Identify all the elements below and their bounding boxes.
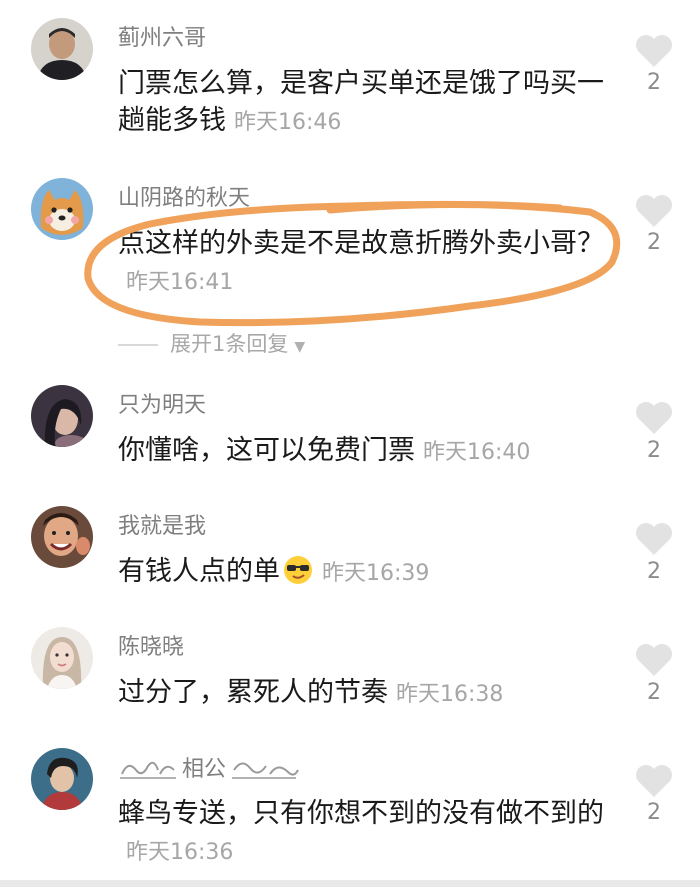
like-icon[interactable] [634, 400, 674, 436]
comment-text: 蜂鸟专送，只有你想不到的没有做不到的昨天16:36 [118, 795, 608, 871]
user-avatar[interactable] [31, 627, 93, 689]
comment-body: 点这样的外卖是不是故意折腾外卖小哥？ [118, 228, 604, 259]
comment-time: 昨天16:39 [322, 561, 430, 586]
expand-replies-label: 展开1条回复 [170, 332, 289, 356]
username[interactable]: 只为明天 [118, 393, 206, 419]
like-count: 2 [647, 680, 661, 705]
comment-time: 昨天16:40 [423, 440, 531, 465]
username[interactable]: 蓟州六哥 [118, 26, 206, 52]
like-count: 2 [647, 559, 661, 584]
like-icon[interactable] [634, 33, 674, 69]
comment-body: 蜂鸟专送，只有你想不到的没有做不到的 [118, 798, 604, 829]
user-avatar[interactable] [31, 385, 93, 447]
user-avatar[interactable] [31, 178, 93, 240]
like-icon[interactable] [634, 642, 674, 678]
like-icon[interactable] [634, 763, 674, 799]
user-avatar[interactable] [31, 18, 93, 80]
comment-text: 你懂啥，这可以免费门票 昨天16:40 [118, 432, 608, 471]
like-count: 2 [647, 800, 661, 825]
comment-time: 昨天16:38 [396, 682, 504, 707]
username[interactable]: 相公 [118, 756, 300, 783]
username[interactable]: 陈晓晓 [118, 635, 184, 661]
comment-text: 有钱人点的单 昨天16:39 [118, 553, 608, 592]
comment-text: 点这样的外卖是不是故意折腾外卖小哥？ 昨天16:41 [118, 225, 608, 301]
username[interactable]: 我就是我 [118, 514, 206, 540]
username-ornament-right [232, 762, 299, 779]
like-count: 2 [647, 230, 661, 255]
comment-time: 昨天16:41 [126, 270, 234, 295]
bottom-divider [0, 880, 700, 887]
comment-time: 昨天16:36 [126, 840, 234, 865]
comment-body: 你懂啥，这可以免费门票 [118, 435, 415, 466]
user-avatar[interactable] [31, 748, 93, 810]
like-count: 2 [647, 70, 661, 95]
like-count: 2 [647, 438, 661, 463]
like-icon[interactable] [634, 521, 674, 557]
caret-down-icon: ▼ [294, 339, 306, 355]
comment-text: 过分了，累死人的节奏 昨天16:38 [118, 674, 608, 713]
comment-text: 门票怎么算，是客户买单还是饿了吗买一趟能多钱 昨天16:46 [118, 65, 608, 141]
comment-body: 过分了，累死人的节奏 [118, 677, 388, 708]
like-icon[interactable] [634, 193, 674, 229]
comment-body: 有钱人点的单 [118, 556, 280, 587]
username-ornament-left [120, 761, 176, 779]
divider [118, 344, 158, 346]
sunglasses-emoji-icon [282, 554, 314, 586]
username[interactable]: 山阴路的秋天 [118, 186, 250, 212]
comment-body: 门票怎么算，是客户买单还是饿了吗买一趟能多钱 [118, 68, 604, 136]
user-avatar[interactable] [31, 506, 93, 568]
comment-time: 昨天16:46 [234, 110, 342, 135]
expand-replies-button[interactable]: 展开1条回复 ▼ [118, 328, 306, 356]
username-label: 相公 [182, 757, 227, 782]
